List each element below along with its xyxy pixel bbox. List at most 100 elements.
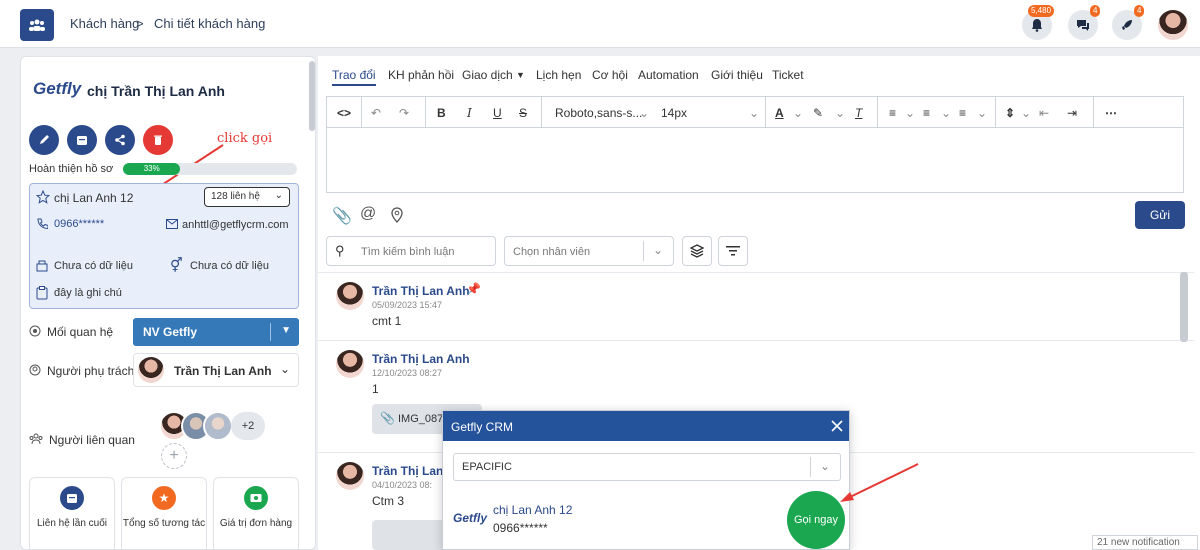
customer-panel: Getfly chị Trần Thị Lan Anh click gọi Ho… — [20, 56, 316, 550]
more-options-icon[interactable]: ⋯ — [1105, 106, 1117, 120]
clear-format-icon[interactable]: T — [855, 106, 862, 120]
person-icon — [29, 364, 41, 376]
chevron-down-icon: ⌄ — [274, 190, 283, 201]
email-icon — [166, 219, 178, 229]
tile-last-contact[interactable]: Liên hệ lần cuối — [29, 477, 115, 549]
tile-order-value[interactable]: Giá trị đơn hàng — [213, 477, 299, 549]
profile-progress-fill: 33% — [123, 163, 181, 175]
tab-automation[interactable]: Automation — [638, 68, 699, 82]
add-related-button[interactable]: + — [161, 443, 187, 469]
bullet-list-icon[interactable]: ≡ — [959, 106, 966, 120]
rocket-badge: 4 — [1134, 5, 1145, 17]
highlight-icon[interactable]: ✎ — [813, 106, 823, 120]
rocket-icon[interactable]: 4 — [1112, 5, 1145, 40]
contact-email[interactable]: anhttl@getflycrm.com — [182, 218, 294, 233]
chevron-down-icon[interactable]: ⌄ — [1021, 106, 1031, 120]
strikethrough-icon[interactable]: S — [519, 106, 527, 120]
tab-trao-doi[interactable]: Trao đổi — [332, 68, 376, 86]
tab-kh-phan-hoi[interactable]: KH phản hồi — [388, 68, 454, 82]
font-family-select[interactable]: Roboto,sans-s... — [555, 106, 642, 120]
chevron-down-icon: ⌄ — [280, 362, 291, 376]
comment-author[interactable]: Trần Thị Lan Anh — [372, 284, 470, 298]
bold-icon[interactable]: B — [437, 106, 446, 120]
align-icon[interactable]: ≡ — [889, 106, 896, 120]
pin-icon[interactable]: 📌 — [466, 282, 481, 296]
italic-icon[interactable]: I — [467, 106, 472, 120]
chevron-down-icon[interactable]: ⌄ — [977, 106, 987, 120]
chevron-down-icon[interactable]: ⌄ — [941, 106, 951, 120]
layers-icon[interactable] — [682, 236, 712, 266]
owner-avatar — [138, 357, 164, 383]
location-icon[interactable] — [390, 207, 404, 223]
search-comment-input[interactable]: ⚲ Tìm kiếm bình luận — [326, 236, 496, 266]
related-avatar-3[interactable] — [203, 411, 233, 441]
search-icon: ⚲ — [335, 243, 345, 258]
tab-gioi-thieu[interactable]: Giới thiệu — [711, 68, 763, 82]
tab-ticket[interactable]: Ticket — [772, 68, 804, 82]
notification-bell-icon[interactable]: 5,480 — [1022, 5, 1055, 40]
text-color-icon[interactable]: A — [775, 106, 784, 120]
modal-title: Getfly CRM — [451, 420, 514, 434]
chevron-down-icon[interactable]: ⌄ — [905, 106, 915, 120]
tab-lich-hen[interactable]: Lịch hẹn — [536, 68, 581, 82]
comment-editor[interactable] — [326, 127, 1184, 193]
code-icon[interactable]: <> — [337, 106, 351, 120]
calendar-icon — [60, 486, 84, 510]
line-height-icon[interactable]: ⇕ — [1005, 106, 1015, 120]
filter-icon[interactable] — [718, 236, 748, 266]
line-select-value: EPACIFIC — [462, 461, 512, 473]
underline-icon[interactable]: U — [493, 106, 502, 120]
chevron-down-icon[interactable]: ⌄ — [749, 106, 759, 120]
left-scrollbar[interactable] — [309, 61, 315, 131]
apps-icon[interactable] — [20, 9, 54, 41]
comment-avatar — [336, 282, 364, 310]
chevron-down-icon[interactable]: ⌄ — [835, 106, 845, 120]
breadcrumb-customers[interactable]: Khách hàng — [70, 16, 139, 31]
line-select[interactable]: EPACIFIC ⌄ — [453, 453, 841, 481]
contact-phone[interactable]: 0966****** — [54, 218, 104, 230]
owner-select[interactable]: Trần Thị Lan Anh ⌄ — [133, 353, 299, 387]
call-now-label: Gọi ngay — [793, 514, 839, 526]
breadcrumb-separator: > — [136, 16, 144, 31]
tab-co-hoi[interactable]: Cơ hội — [592, 68, 628, 82]
profile-progress-bar: 33% — [123, 163, 297, 175]
tile-total-interactions-label: Tổng số tương tác — [122, 518, 206, 529]
related-more-badge[interactable]: +2 — [231, 412, 265, 440]
chevron-down-icon[interactable]: ⌄ — [639, 106, 649, 120]
staff-select[interactable]: Chọn nhân viên ⌄ — [504, 236, 674, 266]
group-icon — [29, 433, 43, 445]
relation-select[interactable]: NV Getfly ▼ — [133, 318, 299, 346]
caret-down-icon[interactable]: ▼ — [516, 70, 525, 80]
comment-author[interactable]: Trần Thị Lan Anh — [372, 352, 470, 366]
related-label: Người liên quan — [49, 433, 135, 447]
tile-total-interactions[interactable]: ★ Tổng số tương tác — [121, 477, 207, 549]
comment-text: 1 — [372, 382, 379, 396]
new-notifications-bar[interactable]: 21 new notification — [1092, 535, 1198, 550]
outdent-icon[interactable]: ⇤ — [1039, 106, 1049, 120]
attachment-icon[interactable]: 📎 — [332, 206, 352, 226]
close-icon[interactable] — [831, 420, 843, 432]
ordered-list-icon[interactable]: ≡ — [923, 106, 930, 120]
comment-text: Ctm 3 — [372, 494, 405, 508]
phone-icon — [37, 218, 48, 230]
redo-icon[interactable]: ↷ — [399, 106, 409, 120]
indent-icon[interactable]: ⇥ — [1067, 106, 1077, 120]
modal-contact-name: chị Lan Anh 12 — [493, 503, 573, 517]
chevron-down-icon[interactable]: ⌄ — [793, 106, 803, 120]
tab-giao-dich[interactable]: Giao dịch — [462, 68, 513, 82]
right-scrollbar[interactable] — [1180, 272, 1188, 342]
call-modal: Getfly CRM EPACIFIC ⌄ Getfly chị Lan Anh… — [442, 410, 850, 550]
edit-icon[interactable] — [29, 125, 59, 155]
mention-icon[interactable]: @ — [360, 205, 376, 223]
undo-icon[interactable]: ↶ — [371, 106, 381, 120]
contact-field-2: Chưa có dữ liệu — [190, 260, 269, 272]
contact-count-select[interactable]: 128 liên hệ ⌄ — [204, 187, 290, 207]
font-size-select[interactable]: 14px — [661, 106, 687, 120]
star-icon[interactable] — [36, 190, 50, 204]
modal-contact-phone: 0966****** — [493, 521, 548, 535]
chat-icon[interactable]: 4 — [1068, 5, 1101, 40]
send-button[interactable]: Gửi — [1135, 201, 1185, 229]
relation-icon — [29, 325, 41, 337]
user-avatar[interactable] — [1158, 10, 1188, 40]
calendar-icon[interactable] — [67, 125, 97, 155]
